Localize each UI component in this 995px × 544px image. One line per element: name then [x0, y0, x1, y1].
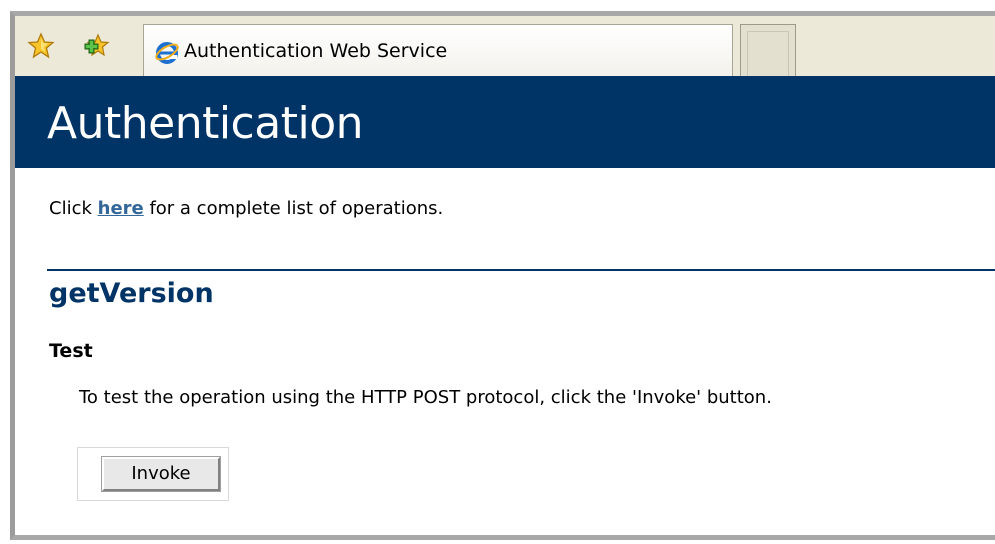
- page-title: Authentication: [47, 98, 364, 149]
- tab-title: Authentication Web Service: [184, 40, 448, 62]
- tab-authentication-web-service[interactable]: Authentication Web Service: [143, 24, 733, 76]
- new-tab-button[interactable]: [740, 24, 796, 76]
- page-header-banner: Authentication: [15, 76, 995, 168]
- operations-list-intro: Click here for a complete list of operat…: [49, 198, 443, 219]
- intro-prefix: Click: [49, 198, 98, 219]
- test-heading: Test: [49, 340, 93, 362]
- invoke-form: Invoke: [77, 447, 229, 501]
- operation-name: getVersion: [49, 278, 214, 309]
- intro-suffix: for a complete list of operations.: [143, 198, 444, 219]
- section-divider: [47, 269, 995, 271]
- favorites-star-icon[interactable]: [27, 32, 55, 60]
- add-to-favorites-icon[interactable]: [83, 32, 111, 60]
- invoke-button[interactable]: Invoke: [101, 456, 221, 492]
- operations-list-link[interactable]: here: [98, 198, 144, 219]
- test-description: To test the operation using the HTTP POS…: [79, 387, 772, 408]
- internet-explorer-icon: [154, 39, 180, 65]
- browser-window: Authentication Web Service Authenticatio…: [10, 11, 995, 540]
- browser-toolbar: Authentication Web Service: [15, 16, 995, 77]
